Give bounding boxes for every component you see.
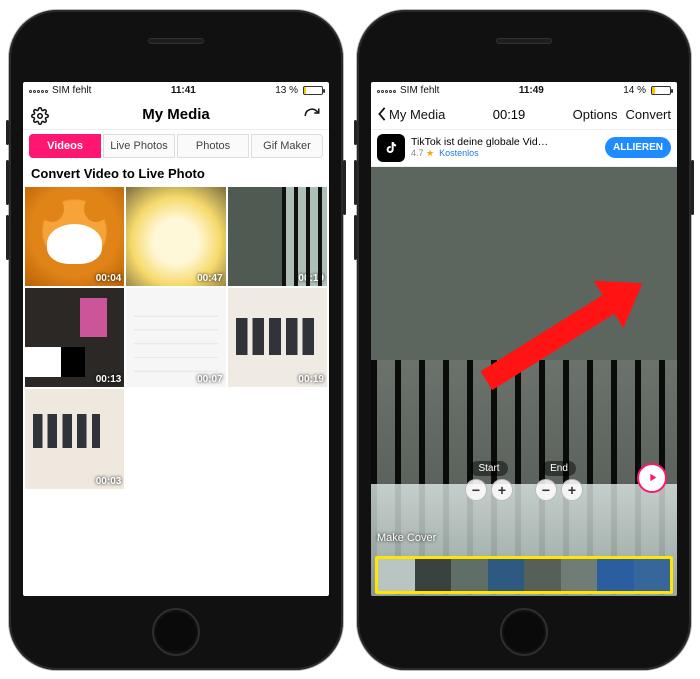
screen-left: SIM fehlt 11:41 13 % My Media Videos Liv…	[23, 82, 329, 596]
phone-right: SIM fehlt 11:49 14 % My Media 00:19 Opti…	[357, 10, 691, 670]
speaker-grille	[148, 38, 204, 44]
timeline-frame	[415, 559, 452, 591]
trim-start-group: Start − +	[465, 461, 513, 501]
timeline-frame	[488, 559, 525, 591]
tab-live-photos[interactable]: Live Photos	[103, 134, 175, 158]
ad-title: TikTok ist deine globale Vid…	[411, 136, 599, 149]
status-bar: SIM fehlt 11:49 14 %	[371, 82, 677, 100]
trim-end-label: End	[542, 461, 576, 476]
trim-end-group: End − +	[535, 461, 583, 501]
home-button[interactable]	[152, 608, 200, 656]
mute-switch	[6, 120, 9, 145]
mute-switch	[354, 120, 357, 145]
page-title: My Media	[142, 106, 210, 123]
volume-down	[354, 215, 357, 260]
ad-rating: 4.7	[411, 148, 424, 158]
duration-label: 00:04	[96, 273, 122, 284]
video-thumb[interactable]: 00:04	[25, 187, 124, 286]
tab-videos[interactable]: Videos	[29, 134, 101, 158]
chevron-left-icon	[377, 107, 387, 121]
battery-pct: 13 %	[275, 85, 298, 96]
timeline-frame	[451, 559, 488, 591]
refresh-button[interactable]	[301, 105, 323, 132]
home-button[interactable]	[500, 608, 548, 656]
duration-label: 00:13	[96, 374, 122, 385]
trim-start-label: Start	[470, 461, 507, 476]
trim-end-minus-button[interactable]: −	[535, 479, 557, 501]
volume-up	[6, 160, 9, 205]
signal-dots-icon	[29, 85, 49, 96]
battery-icon	[303, 86, 323, 95]
ad-install-button[interactable]: ALLIEREN	[605, 137, 671, 158]
ad-price: Kostenlos	[439, 148, 479, 158]
side-button	[691, 160, 694, 215]
video-thumb[interactable]: 00:19	[228, 187, 327, 286]
tab-photos[interactable]: Photos	[177, 134, 249, 158]
video-thumb[interactable]: 00:03	[25, 389, 124, 488]
video-thumb[interactable]: 00:13	[25, 288, 124, 387]
speaker-grille	[496, 38, 552, 44]
make-cover-button[interactable]: Make Cover	[377, 532, 436, 544]
video-grid: 00:04 00:47 00:19 00:13 00:07 00:19 00:0…	[23, 187, 329, 489]
ad-banner[interactable]: TikTok ist deine globale Vid… 4.7 ★ Kost…	[371, 130, 677, 167]
duration-label: 00:19	[298, 273, 324, 284]
volume-down	[6, 215, 9, 260]
timeline-frame	[634, 559, 671, 591]
duration-label: 00:19	[493, 107, 526, 122]
timeline-frame	[561, 559, 598, 591]
clock: 11:49	[519, 85, 544, 96]
navbar: My Media	[23, 100, 329, 130]
timeline-scrubber[interactable]	[375, 556, 673, 594]
trim-controls: Start − + End − +	[371, 461, 677, 501]
trim-start-plus-button[interactable]: +	[491, 479, 513, 501]
trim-end-plus-button[interactable]: +	[561, 479, 583, 501]
section-title: Convert Video to Live Photo	[23, 162, 329, 187]
back-label: My Media	[389, 107, 445, 122]
gear-icon	[31, 107, 49, 125]
media-type-tabs: Videos Live Photos Photos Gif Maker	[29, 134, 323, 158]
navbar: My Media 00:19 Options Convert	[371, 100, 677, 130]
battery-icon	[651, 86, 671, 95]
screen-right: SIM fehlt 11:49 14 % My Media 00:19 Opti…	[371, 82, 677, 596]
play-button[interactable]	[637, 463, 667, 493]
carrier-label: SIM fehlt	[400, 85, 439, 96]
volume-up	[354, 160, 357, 205]
duration-label: 00:19	[298, 374, 324, 385]
timeline-frame	[597, 559, 634, 591]
options-button[interactable]: Options	[573, 107, 618, 122]
video-thumb[interactable]: 00:07	[126, 288, 225, 387]
duration-label: 00:07	[197, 374, 223, 385]
video-thumb[interactable]: 00:47	[126, 187, 225, 286]
back-button[interactable]: My Media	[377, 107, 445, 122]
tab-gif-maker[interactable]: Gif Maker	[251, 134, 323, 158]
timeline-frame	[524, 559, 561, 591]
carrier-label: SIM fehlt	[52, 85, 91, 96]
video-preview[interactable]: Start − + End − + Make Cover	[371, 167, 677, 596]
star-icon: ★	[426, 148, 434, 158]
tiktok-logo-icon	[377, 134, 405, 162]
video-thumb[interactable]: 00:19	[228, 288, 327, 387]
trim-start-minus-button[interactable]: −	[465, 479, 487, 501]
refresh-icon	[303, 107, 321, 125]
phone-left: SIM fehlt 11:41 13 % My Media Videos Liv…	[9, 10, 343, 670]
timeline-frame	[378, 559, 415, 591]
status-bar: SIM fehlt 11:41 13 %	[23, 82, 329, 100]
clock: 11:41	[171, 85, 196, 96]
duration-label: 00:03	[96, 476, 122, 487]
signal-dots-icon	[377, 85, 397, 96]
battery-pct: 14 %	[623, 85, 646, 96]
settings-button[interactable]	[29, 105, 51, 132]
play-icon	[646, 471, 659, 484]
side-button	[343, 160, 346, 215]
convert-button[interactable]: Convert	[625, 107, 671, 122]
duration-label: 00:47	[197, 273, 223, 284]
